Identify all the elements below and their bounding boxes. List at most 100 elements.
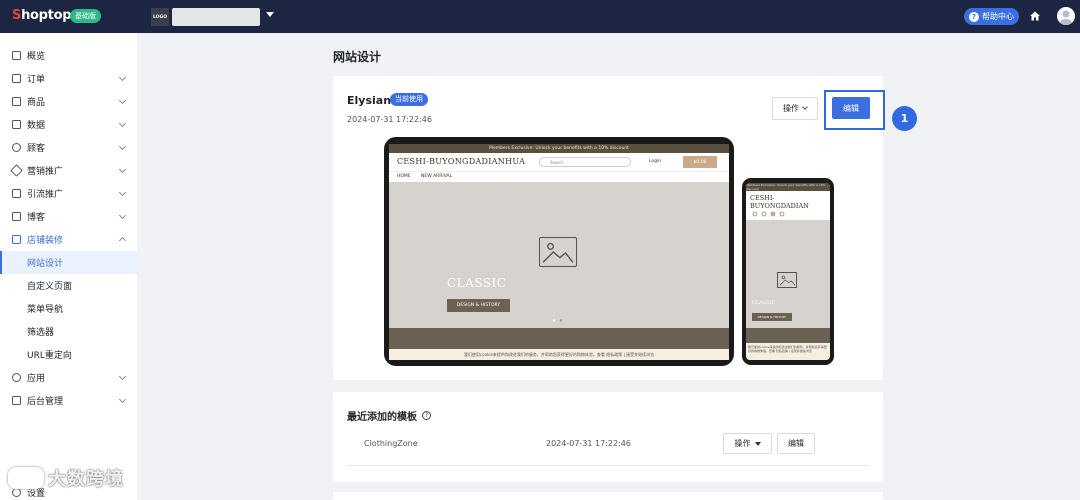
tablet-preview[interactable]: Members Exclusive: Unlock your benefits … [384, 137, 734, 366]
preview-hero-button: DESIGN & HISTORY [752, 313, 792, 321]
help-center-button[interactable]: ? 帮助中心 [964, 8, 1019, 25]
sidebar-item-label: 后台管理 [27, 397, 64, 407]
watermark-text: 大数跨境 [48, 469, 124, 490]
sidebar-subitem-filters[interactable]: 筛选器 [0, 320, 137, 343]
traffic-icon [12, 189, 21, 198]
question-icon: ? [969, 11, 979, 22]
top-bar: Shoptop 基础版 LOGO ? 帮助中心 [0, 0, 1080, 33]
edit-theme-button[interactable]: 编辑 [832, 97, 870, 119]
preview-cookie-bar: 我们使用cookie来提供和改进我们的服务，并帮助您获得更好的购物体验。查看 隐… [746, 343, 830, 360]
sidebar-subitem-label: 菜单导航 [27, 305, 64, 315]
template-actions-label: 操作 [734, 439, 751, 448]
store-icon [12, 235, 21, 244]
theme-actions-label: 操作 [783, 104, 799, 113]
sidebar-item-store-design[interactable]: 店铺装修 [0, 228, 137, 251]
template-edit-button[interactable]: 编辑 [777, 433, 815, 454]
sidebar-item-label: 订单 [27, 75, 46, 85]
store-name-redacted[interactable] [172, 8, 260, 26]
preview-hero-button: DESIGN & HISTORY [447, 299, 510, 312]
preview-header: CESHI-BUYONGDADIANHUA Search Login $0.00 [389, 153, 729, 171]
tag-icon [10, 164, 23, 177]
sidebar-item-label: 博客 [27, 213, 46, 223]
preview-hero-title: CLASSIC [752, 300, 776, 306]
sidebar-subitem-label: 网站设计 [27, 259, 64, 269]
product-icon [12, 97, 21, 106]
chevron-down-icon[interactable] [266, 12, 274, 17]
sidebar-subitem-label: 筛选器 [27, 328, 55, 338]
sidebar: 概览 订单 商品 数据 顾客 营销推广 引流推广 博客 店铺装修 网站设计 自定… [0, 33, 137, 500]
template-actions-button[interactable]: 操作 [723, 433, 772, 454]
preview-cart: $0.00 [683, 156, 717, 168]
shoptop-logo[interactable]: Shoptop [12, 8, 72, 23]
sidebar-item-products[interactable]: 商品 [0, 90, 137, 113]
chevron-down-icon [118, 142, 127, 151]
announcement-bar: Members Exclusive: Unlock your benefits … [389, 144, 729, 153]
help-center-label: 帮助中心 [982, 12, 1014, 21]
app-icon [12, 373, 21, 382]
next-card [333, 492, 883, 500]
current-theme-badge: 当前使用 [390, 93, 428, 106]
sidebar-subitem-menu-nav[interactable]: 菜单导航 [0, 297, 137, 320]
chevron-down-icon [118, 119, 127, 128]
sidebar-item-apps[interactable]: 应用 [0, 366, 137, 389]
phone-screen: Members Exclusive: Unlock your benefits … [746, 183, 830, 360]
image-placeholder-icon [539, 237, 577, 267]
chevron-down-icon [118, 211, 127, 220]
watermark-logo [8, 467, 44, 489]
page-title: 网站设计 [333, 50, 382, 64]
sidebar-subitem-url-redirect[interactable]: URL重定向 [0, 343, 137, 366]
blog-icon [12, 212, 21, 221]
template-date: 2024-07-31 17:22:46 [546, 439, 631, 448]
preview-nav-home: HOME [397, 174, 411, 179]
sidebar-item-customers[interactable]: 顾客 [0, 136, 137, 159]
sidebar-subitem-custom-pages[interactable]: 自定义页面 [0, 274, 137, 297]
sidebar-subitem-website-design[interactable]: 网站设计 [0, 251, 137, 274]
user-avatar[interactable] [1057, 7, 1075, 25]
theme-date: 2024-07-31 17:22:46 [347, 115, 432, 124]
image-placeholder-icon [777, 272, 797, 288]
watermark: 大数跨境 [8, 465, 124, 491]
announcement-bar: Members Exclusive: Unlock your benefits … [746, 183, 830, 191]
sidebar-item-overview[interactable]: 概览 [0, 44, 137, 67]
current-theme-card: Elysian 当前使用 2024-07-31 17:22:46 操作 编辑 M… [333, 76, 885, 380]
store-logo: LOGO [151, 8, 169, 26]
chevron-down-icon [118, 395, 127, 404]
dashboard-icon [12, 51, 21, 60]
preview-nav: HOME NEW ARRIVAL [389, 171, 729, 181]
theme-actions-button[interactable]: 操作 [772, 97, 818, 120]
sidebar-item-label: 顾客 [27, 144, 46, 154]
carousel-dots [552, 319, 563, 322]
preview-hero: CLASSIC DESIGN & HISTORY [746, 220, 830, 328]
home-icon[interactable] [1029, 10, 1041, 22]
sidebar-item-orders[interactable]: 订单 [0, 67, 137, 90]
sidebar-item-label: 店铺装修 [27, 236, 64, 246]
sidebar-item-marketing[interactable]: 营销推广 [0, 159, 137, 182]
preview-nav-new: NEW ARRIVAL [421, 174, 453, 179]
sidebar-item-data[interactable]: 数据 [0, 113, 137, 136]
question-icon[interactable]: ? [422, 411, 431, 420]
sidebar-item-admin[interactable]: 后台管理 [0, 389, 137, 412]
mobile-header-icons [752, 211, 785, 217]
folder-icon [12, 396, 21, 405]
phone-preview[interactable]: Members Exclusive: Unlock your benefits … [742, 178, 834, 365]
step-number-badge: 1 [892, 106, 917, 131]
sidebar-item-blog[interactable]: 博客 [0, 205, 137, 228]
preview-login: Login [649, 159, 662, 164]
chevron-down-icon [118, 165, 127, 174]
table-row: ClothingZone 2024-07-31 17:22:46 操作 编辑 [347, 429, 869, 466]
sidebar-item-label: 引流推广 [27, 190, 64, 200]
preview-search: Search [539, 157, 631, 167]
template-name: ClothingZone [364, 439, 418, 448]
sidebar-item-label: 数据 [27, 121, 46, 131]
sidebar-item-traffic[interactable]: 引流推广 [0, 182, 137, 205]
recent-templates-title-text: 最近添加的模板 [347, 412, 417, 423]
chevron-down-icon [118, 73, 127, 82]
sidebar-item-label: 商品 [27, 98, 46, 108]
customer-icon [12, 143, 21, 152]
chevron-up-icon [118, 236, 127, 245]
recent-templates-card: 最近添加的模板 ? ClothingZone 2024-07-31 17:22:… [333, 392, 883, 482]
chevron-down-icon [802, 104, 808, 110]
preview-brand: CESHI-BUYONGDADIANHUA [397, 157, 526, 166]
theme-name: Elysian [347, 94, 392, 107]
recent-templates-title: 最近添加的模板 ? [347, 408, 431, 423]
